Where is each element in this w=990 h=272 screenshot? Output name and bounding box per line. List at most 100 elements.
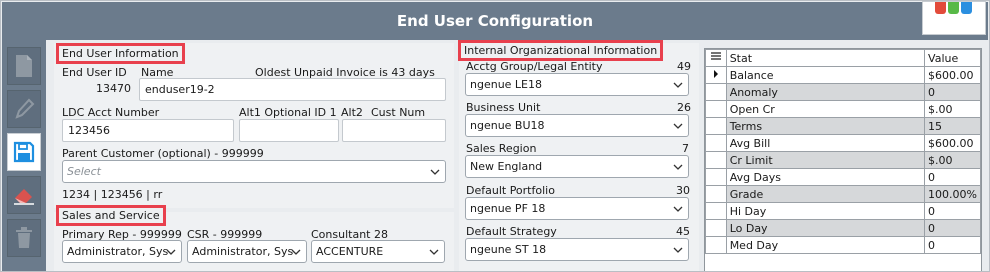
primary-rep-select[interactable]: Administrator, Sys <box>62 240 182 263</box>
value-cell: 100.00% <box>924 185 981 203</box>
chevron-down-icon <box>673 82 683 88</box>
stat-cell: Lo Day <box>725 219 926 237</box>
stat-cell: Avg Days <box>725 168 926 186</box>
stat-column-header[interactable]: Stat <box>725 49 926 67</box>
ldc-acct-field[interactable]: 123456 <box>62 119 234 142</box>
default-portfolio-label: Default Portfolio <box>466 184 555 197</box>
chevron-down-icon <box>673 247 683 253</box>
alt1-field[interactable] <box>239 119 339 142</box>
stats-header-row: Stat Value <box>705 49 981 67</box>
stat-cell: Balance <box>725 66 926 84</box>
new-document-icon <box>16 55 32 77</box>
stats-grid: Stat Value Balance $600.00 Anomaly 0 Open Cr… <box>704 48 982 271</box>
business-unit-count: 26 <box>677 101 691 114</box>
value-cell: 0 <box>924 202 981 220</box>
value-cell: 0 <box>924 168 981 186</box>
consultant-value: ACCENTURE <box>316 245 384 258</box>
new-document-button[interactable] <box>7 47 41 85</box>
table-row[interactable]: Med Day 0 <box>705 236 981 254</box>
row-selector[interactable] <box>705 151 727 169</box>
cust-num-label: Cust Num <box>371 106 426 119</box>
edit-button[interactable] <box>7 90 41 128</box>
title-bar: End User Configuration <box>2 2 988 40</box>
table-row[interactable]: Cr Limit $.00 <box>705 151 981 169</box>
stat-cell: Cr Limit <box>725 151 926 169</box>
value-column-header[interactable]: Value <box>924 49 981 67</box>
ldc-acct-label: LDC Acct Number <box>62 106 160 119</box>
table-row[interactable]: Terms 15 <box>705 117 981 135</box>
name-field[interactable]: enduser19-2 <box>139 78 446 101</box>
business-unit-select[interactable]: ngenue BU18 <box>465 114 689 137</box>
row-selector[interactable] <box>705 66 727 84</box>
primary-rep-value: Administrator, Sys <box>67 245 169 258</box>
row-selector[interactable] <box>705 100 727 118</box>
default-strategy-select[interactable]: ngeune ST 18 <box>465 238 689 261</box>
save-button[interactable] <box>7 133 41 171</box>
logo-blue-block <box>961 2 972 14</box>
table-row[interactable]: Balance $600.00 <box>705 66 981 84</box>
stats-table: Stat Value Balance $600.00 Anomaly 0 Open Cr… <box>705 49 981 254</box>
row-header-corner <box>705 49 727 67</box>
current-row-arrow-icon <box>713 69 718 78</box>
row-selector[interactable] <box>705 202 727 220</box>
sales-region-count: 7 <box>682 142 689 155</box>
row-selector[interactable] <box>705 219 727 237</box>
row-selector[interactable] <box>705 134 727 152</box>
stat-cell: Hi Day <box>725 202 926 220</box>
clear-button[interactable] <box>7 176 41 214</box>
cust-num-field[interactable] <box>342 119 446 142</box>
stat-cell: Med Day <box>725 236 926 254</box>
table-row[interactable]: Anomaly 0 <box>705 83 981 101</box>
chevron-down-icon <box>673 206 683 212</box>
consultant-select[interactable]: ACCENTURE <box>311 240 445 263</box>
chevron-down-icon <box>166 249 176 255</box>
default-portfolio-value: ngenue PF 18 <box>470 202 546 215</box>
table-row[interactable]: Hi Day 0 <box>705 202 981 220</box>
row-selector[interactable] <box>705 236 727 254</box>
acctg-group-count: 49 <box>677 60 691 73</box>
save-floppy-icon <box>13 141 35 163</box>
stat-cell: Open Cr <box>725 100 926 118</box>
sales-service-section-title: Sales and Service <box>56 205 166 226</box>
sales-region-select[interactable]: New England <box>465 155 689 178</box>
default-portfolio-select[interactable]: ngenue PF 18 <box>465 197 689 220</box>
table-row[interactable]: Avg Bill $600.00 <box>705 134 981 152</box>
row-selector[interactable] <box>705 185 727 203</box>
table-row[interactable]: Grade 100.00% <box>705 185 981 203</box>
stats-body: Balance $600.00 Anomaly 0 Open Cr $.00 Terms 15… <box>705 66 981 254</box>
csr-value: Administrator, Sys <box>192 245 294 258</box>
parent-customer-label: Parent Customer (optional) - 999999 <box>62 147 264 160</box>
edit-pencil-icon <box>15 98 35 119</box>
sales-region-label: Sales Region <box>466 142 537 155</box>
end-user-id-field: 13470 <box>96 82 131 95</box>
table-row[interactable]: Avg Days 0 <box>705 168 981 186</box>
row-selector[interactable] <box>705 117 727 135</box>
default-strategy-count: 45 <box>676 225 690 238</box>
row-selector[interactable] <box>705 83 727 101</box>
acctg-group-select[interactable]: ngenue LE18 <box>465 73 689 96</box>
row-selector[interactable] <box>705 168 727 186</box>
value-cell: 15 <box>924 117 981 135</box>
csr-select[interactable]: Administrator, Sys <box>187 240 307 263</box>
logo-green-block <box>948 2 959 14</box>
table-row[interactable]: Lo Day 0 <box>705 219 981 237</box>
parent-customer-select[interactable]: Select <box>62 160 446 183</box>
list-icon <box>710 51 721 60</box>
logo-red-block <box>935 2 946 14</box>
stat-cell: Grade <box>725 185 926 203</box>
chevron-down-icon <box>291 249 301 255</box>
value-cell: $600.00 <box>924 66 981 84</box>
default-portfolio-count: 30 <box>676 184 690 197</box>
stat-cell: Anomaly <box>725 83 926 101</box>
value-cell: 0 <box>924 83 981 101</box>
value-cell: 0 <box>924 236 981 254</box>
delete-button[interactable] <box>7 219 41 257</box>
end-user-section-title: End User Information <box>56 43 185 64</box>
value-cell: $.00 <box>924 151 981 169</box>
table-row[interactable]: Open Cr $.00 <box>705 100 981 118</box>
window-title: End User Configuration <box>396 12 594 30</box>
stat-cell: Terms <box>725 117 926 135</box>
stat-cell: Avg Bill <box>725 134 926 152</box>
eraser-icon <box>14 189 34 205</box>
acctg-group-value: ngenue LE18 <box>470 78 543 91</box>
